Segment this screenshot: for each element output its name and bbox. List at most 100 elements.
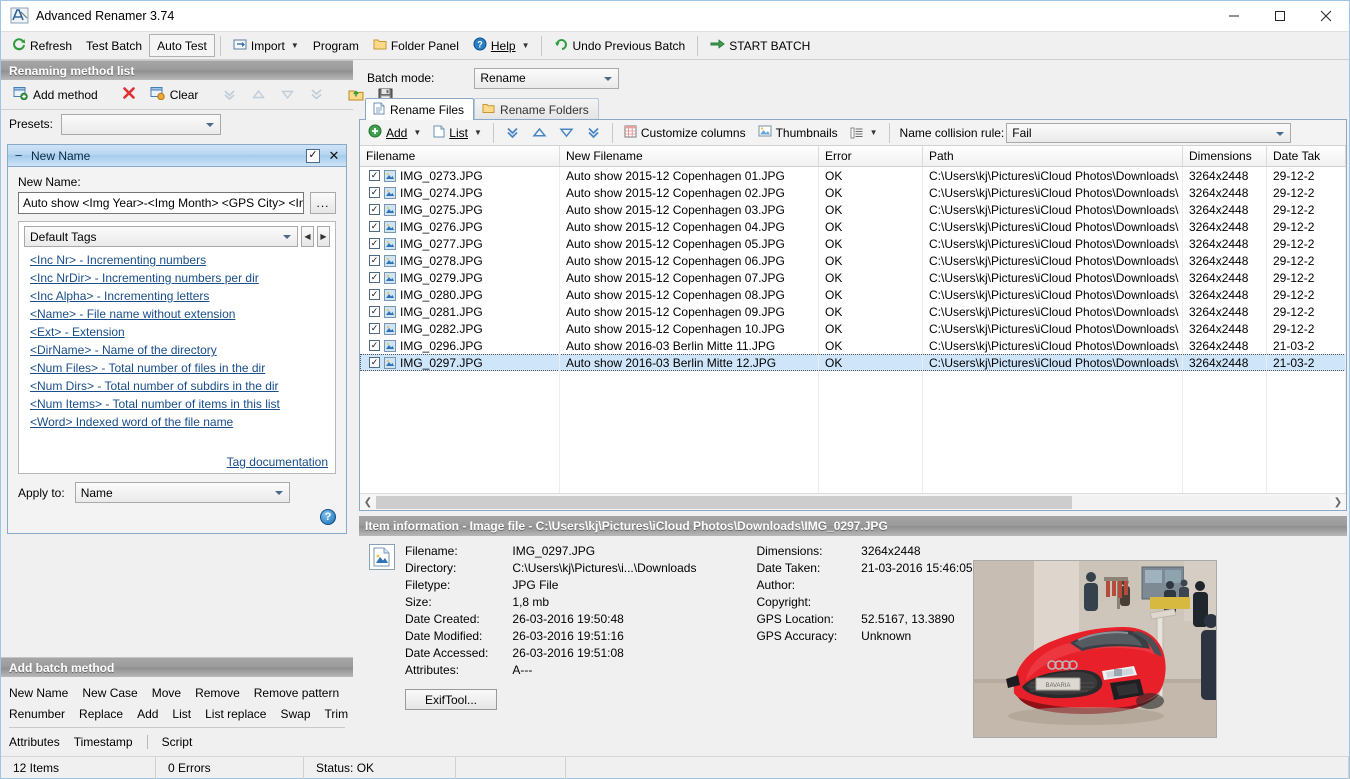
abm-remove[interactable]: Remove <box>195 686 240 700</box>
tag-link-inc-nr[interactable]: <Inc Nr> - Incrementing numbers <box>30 253 328 267</box>
delete-method-button[interactable] <box>116 83 142 107</box>
abm-renumber[interactable]: Renumber <box>9 707 65 721</box>
customize-columns-button[interactable]: Customize columns <box>619 122 751 144</box>
tag-link-word[interactable]: <Word> Indexed word of the file name <box>30 415 328 429</box>
tag-link-ext[interactable]: <Ext> - Extension <box>30 325 328 339</box>
move-top-button[interactable] <box>216 83 243 107</box>
apply-to-select[interactable]: Name <box>74 482 290 503</box>
scroll-left-icon[interactable]: ❮ <box>360 497 376 508</box>
table-row[interactable]: ✓ IMG_0281.JPG Auto show 2015-12 Copenhage… <box>360 303 1346 320</box>
list-button[interactable]: List ▼ <box>428 122 487 144</box>
row-checkbox[interactable]: ✓ <box>369 289 380 300</box>
scroll-right-icon[interactable]: ❯ <box>1330 497 1346 508</box>
tag-group-prev-button[interactable]: ◀ <box>301 226 314 247</box>
refresh-button[interactable]: Refresh <box>5 34 79 58</box>
abm-list-replace[interactable]: List replace <box>205 707 266 721</box>
tag-link-inc-nrdir[interactable]: <Inc NrDir> - Incrementing numbers per d… <box>30 271 328 285</box>
clear-button[interactable]: Clear <box>144 83 205 107</box>
tag-link-inc-alpha[interactable]: <Inc Alpha> - Incrementing letters <box>30 289 328 303</box>
abm-new-case[interactable]: New Case <box>82 686 137 700</box>
abm-new-name[interactable]: New Name <box>9 686 68 700</box>
table-row[interactable]: ✓ IMG_0273.JPG Auto show 2015-12 Copenhage… <box>360 167 1346 184</box>
row-checkbox[interactable]: ✓ <box>369 272 380 283</box>
column-header-dimensions[interactable]: Dimensions <box>1183 146 1267 166</box>
method-enabled-checkbox[interactable]: ✓ <box>306 148 320 163</box>
row-checkbox[interactable]: ✓ <box>369 323 380 334</box>
row-checkbox[interactable]: ✓ <box>369 238 380 249</box>
move-down-button[interactable] <box>554 122 579 144</box>
tab-rename-folders[interactable]: Rename Folders <box>474 98 599 120</box>
move-up-button[interactable] <box>245 83 272 107</box>
close-button[interactable] <box>1303 1 1349 32</box>
folder-panel-button[interactable]: Folder Panel <box>366 34 466 58</box>
table-row[interactable]: ✓ IMG_0278.JPG Auto show 2015-12 Copenhage… <box>360 252 1346 269</box>
program-button[interactable]: Program <box>306 34 366 58</box>
table-row[interactable]: ✓ IMG_0280.JPG Auto show 2015-12 Copenhage… <box>360 286 1346 303</box>
close-method-icon[interactable]: ✕ <box>326 148 342 164</box>
presets-select[interactable] <box>61 113 222 135</box>
row-checkbox[interactable]: ✓ <box>369 357 380 368</box>
collapse-icon[interactable]: − <box>12 148 25 163</box>
maximize-button[interactable] <box>1257 1 1303 32</box>
row-checkbox[interactable]: ✓ <box>369 221 380 232</box>
table-row[interactable]: ✓ IMG_0277.JPG Auto show 2015-12 Copenhage… <box>360 235 1346 252</box>
new-name-browse-button[interactable]: ... <box>310 192 336 214</box>
tag-link-dirname[interactable]: <DirName> - Name of the directory <box>30 343 328 357</box>
test-batch-button[interactable]: Test Batch <box>79 34 149 58</box>
tag-group-next-button[interactable]: ▶ <box>317 226 330 247</box>
table-row[interactable]: ✓ IMG_0274.JPG Auto show 2015-12 Copenhage… <box>360 184 1346 201</box>
abm-replace[interactable]: Replace <box>79 707 123 721</box>
add-method-button[interactable]: Add method <box>7 83 104 107</box>
minimize-button[interactable] <box>1211 1 1257 32</box>
batch-mode-select[interactable]: Rename <box>474 67 620 89</box>
help-icon[interactable]: ? <box>320 509 336 525</box>
add-files-button[interactable]: Add ▼ <box>363 122 426 144</box>
table-row[interactable]: ✓ IMG_0275.JPG Auto show 2015-12 Copenhage… <box>360 201 1346 218</box>
abm-trim[interactable]: Trim <box>325 707 349 721</box>
move-down-button[interactable] <box>274 83 301 107</box>
table-row[interactable]: ✓ IMG_0276.JPG Auto show 2015-12 Copenhage… <box>360 218 1346 235</box>
row-checkbox[interactable]: ✓ <box>369 306 380 317</box>
new-name-input[interactable]: Auto show <Img Year>-<Img Month> <GPS Ci… <box>18 192 304 214</box>
tag-link-num-items[interactable]: <Num Items> - Total number of items in t… <box>30 397 328 411</box>
column-header-new-filename[interactable]: New Filename <box>560 146 819 166</box>
row-checkbox[interactable]: ✓ <box>369 204 380 215</box>
import-button[interactable]: Import ▼ <box>226 34 306 58</box>
view-mode-button[interactable]: ▼ <box>845 122 883 144</box>
auto-test-button[interactable]: Auto Test <box>149 34 215 57</box>
row-checkbox[interactable]: ✓ <box>369 255 380 266</box>
row-checkbox[interactable]: ✓ <box>369 170 380 181</box>
tag-documentation-link[interactable]: Tag documentation <box>24 455 330 469</box>
move-bottom-button[interactable] <box>581 122 606 144</box>
abm-remove-pattern[interactable]: Remove pattern <box>254 686 339 700</box>
thumbnails-button[interactable]: Thumbnails <box>753 122 843 144</box>
move-bottom-button[interactable] <box>303 83 330 107</box>
table-row[interactable]: ✓ IMG_0297.JPG Auto show 2016-03 Berlin Mi… <box>360 354 1346 371</box>
tag-link-num-dirs[interactable]: <Num Dirs> - Total number of subdirs in … <box>30 379 328 393</box>
abm-script[interactable]: Script <box>162 735 193 749</box>
row-checkbox[interactable]: ✓ <box>369 340 380 351</box>
tag-link-num-files[interactable]: <Num Files> - Total number of files in t… <box>30 361 328 375</box>
help-button[interactable]: ? Help ▼ <box>466 34 537 58</box>
undo-previous-batch-button[interactable]: Undo Previous Batch <box>547 34 692 58</box>
scrollbar-thumb[interactable] <box>376 495 1073 509</box>
table-row[interactable]: ✓ IMG_0279.JPG Auto show 2015-12 Copenhage… <box>360 269 1346 286</box>
column-header-error[interactable]: Error <box>819 146 923 166</box>
column-header-path[interactable]: Path <box>923 146 1183 166</box>
move-up-button[interactable] <box>527 122 552 144</box>
column-header-date-taken[interactable]: Date Tak <box>1267 146 1346 166</box>
tag-group-select[interactable]: Default Tags <box>24 226 298 247</box>
abm-move[interactable]: Move <box>152 686 181 700</box>
column-header-filename[interactable]: Filename <box>360 146 560 166</box>
horizontal-scrollbar[interactable]: ❮ ❯ <box>360 493 1346 510</box>
table-row[interactable]: ✓ IMG_0296.JPG Auto show 2016-03 Berlin Mi… <box>360 337 1346 354</box>
table-row[interactable]: ✓ IMG_0282.JPG Auto show 2015-12 Copenhage… <box>360 320 1346 337</box>
tag-link-name[interactable]: <Name> - File name without extension <box>30 307 328 321</box>
tab-rename-files[interactable]: Rename Files <box>365 98 475 120</box>
scrollbar-track[interactable] <box>376 495 1330 509</box>
row-checkbox[interactable]: ✓ <box>369 187 380 198</box>
abm-timestamp[interactable]: Timestamp <box>74 735 133 749</box>
abm-list[interactable]: List <box>172 707 191 721</box>
move-top-button[interactable] <box>500 122 525 144</box>
abm-add[interactable]: Add <box>137 707 158 721</box>
